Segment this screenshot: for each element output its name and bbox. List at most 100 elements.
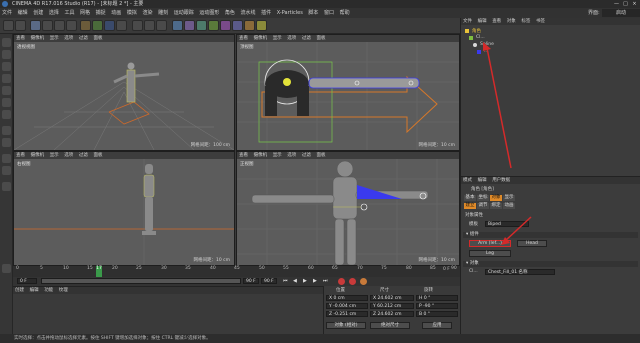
light-icon[interactable]	[256, 20, 267, 31]
rotation-p-field[interactable]: P -90 °	[416, 303, 458, 309]
vp-menu-filter[interactable]: 过滤	[300, 35, 313, 42]
vp-menu-view[interactable]: 查看	[14, 35, 27, 42]
material-menu-edit[interactable]: 编辑	[28, 287, 41, 294]
menu-window[interactable]: 窗口	[322, 8, 336, 18]
rotation-h-field[interactable]: H 0 °	[416, 295, 458, 301]
make-editable-icon[interactable]	[2, 38, 11, 47]
menu-simulate[interactable]: 模拟	[125, 8, 139, 18]
position-x-field[interactable]: X 0 cm	[326, 295, 368, 301]
menu-mograph[interactable]: 运动图形	[197, 8, 221, 18]
minimize-button[interactable]: —	[612, 1, 621, 7]
lock-workplane-icon[interactable]	[2, 166, 11, 175]
move-icon[interactable]	[42, 20, 53, 31]
menu-render[interactable]: 渲染	[140, 8, 154, 18]
menu-create[interactable]: 创建	[31, 8, 45, 18]
menu-pipeline[interactable]: 流水线	[239, 8, 258, 18]
model-mode-icon[interactable]	[2, 50, 11, 59]
vp-menu-cameras[interactable]: 摄像机	[29, 152, 47, 159]
texture-mode-icon[interactable]	[2, 62, 11, 71]
snap-icon[interactable]	[2, 154, 11, 163]
size-z-field[interactable]: Z 24.602 cm	[370, 311, 414, 317]
planar-workplane-icon[interactable]	[2, 182, 11, 191]
menu-plugins[interactable]: 插件	[259, 8, 273, 18]
render-view-icon[interactable]	[132, 20, 143, 31]
vp-menu-view[interactable]: 查看	[237, 35, 250, 42]
close-button[interactable]: ×	[630, 1, 639, 7]
size-mode-dropdown[interactable]: 绝对尺寸	[370, 322, 410, 329]
rotate-icon[interactable]	[66, 20, 77, 31]
menu-file[interactable]: 文件	[0, 8, 14, 18]
end-frame-field[interactable]: 90 F	[243, 278, 259, 284]
vp-menu-options[interactable]: 选项	[62, 152, 75, 159]
go-to-start-icon[interactable]: ⏮	[283, 278, 288, 284]
go-to-end-icon[interactable]: ⏭	[323, 278, 328, 284]
vp-menu-display[interactable]: 显示	[48, 152, 61, 159]
cube-icon[interactable]	[172, 20, 183, 31]
scale-icon[interactable]	[54, 20, 65, 31]
autokey-icon[interactable]	[349, 278, 356, 285]
live-select-icon[interactable]	[30, 20, 41, 31]
menu-edit[interactable]: 编辑	[16, 8, 30, 18]
workplane-icon[interactable]	[2, 74, 11, 83]
y-axis-icon[interactable]	[92, 20, 103, 31]
layout-dropdown[interactable]: 启动	[602, 9, 640, 17]
menu-tools[interactable]: 工具	[62, 8, 76, 18]
material-menu-function[interactable]: 功能	[42, 287, 55, 294]
rotation-b-field[interactable]: B 0 °	[416, 311, 458, 317]
enable-axis-icon[interactable]	[2, 126, 11, 135]
tweak-mode-icon[interactable]	[2, 138, 11, 147]
vp-menu-view[interactable]: 查看	[14, 152, 27, 159]
vp-menu-panel[interactable]: 面板	[314, 35, 327, 42]
menu-xparticles[interactable]: X-Particles	[275, 8, 305, 18]
current-frame-marker[interactable]: 17	[96, 266, 102, 277]
start-frame-field[interactable]: 0 F	[17, 278, 37, 284]
viewport-right[interactable]: 查看 摄像机 显示 选项 过滤 面板 右视图 网格间距：10 cm	[13, 151, 235, 266]
vp-menu-options[interactable]: 选项	[285, 152, 298, 159]
vp-menu-cameras[interactable]: 摄像机	[29, 35, 47, 42]
keyframe-selection-icon[interactable]	[360, 278, 367, 285]
step-back-icon[interactable]: ◀	[293, 278, 297, 284]
position-z-field[interactable]: Z -0.251 cm	[326, 311, 368, 317]
coordinate-system-icon[interactable]	[116, 20, 127, 31]
spline-pen-icon[interactable]	[184, 20, 195, 31]
array-icon[interactable]	[208, 20, 219, 31]
vp-menu-display[interactable]: 显示	[271, 35, 284, 42]
undo-icon[interactable]	[3, 20, 14, 31]
vp-menu-options[interactable]: 选项	[285, 35, 298, 42]
menu-help[interactable]: 帮助	[338, 8, 352, 18]
play-icon[interactable]: ▶	[303, 278, 307, 284]
record-keyframe-icon[interactable]	[338, 278, 345, 285]
viewport-front[interactable]: 查看 摄像机 显示 选项 过滤 面板 正视图 网格间距：10 cm	[236, 151, 460, 266]
vp-menu-cameras[interactable]: 摄像机	[252, 35, 270, 42]
menu-character[interactable]: 角色	[223, 8, 237, 18]
apply-button[interactable]: 应用	[422, 322, 452, 329]
vp-menu-filter[interactable]: 过滤	[300, 152, 313, 159]
camera-icon[interactable]	[244, 20, 255, 31]
material-menu-create[interactable]: 创建	[13, 287, 26, 294]
coordinate-mode-dropdown[interactable]: 对象 (相对)	[326, 322, 366, 329]
vp-menu-display[interactable]: 显示	[271, 152, 284, 159]
menu-sculpt[interactable]: 雕刻	[156, 8, 170, 18]
menu-script[interactable]: 脚本	[306, 8, 320, 18]
frame-range-slider[interactable]	[41, 278, 241, 284]
menu-mesh[interactable]: 网格	[78, 8, 92, 18]
timeline-ruler[interactable]: 0 5 10 15 20 25 30 35 40 45 50 55 60 65 …	[13, 266, 460, 277]
deformer-icon[interactable]	[220, 20, 231, 31]
vp-menu-display[interactable]: 显示	[48, 35, 61, 42]
menu-animate[interactable]: 动画	[109, 8, 123, 18]
size-x-field[interactable]: X 24.602 cm	[370, 295, 414, 301]
vp-menu-filter[interactable]: 过滤	[77, 35, 90, 42]
edges-mode-icon[interactable]	[2, 98, 11, 107]
z-axis-icon[interactable]	[104, 20, 115, 31]
points-mode-icon[interactable]	[2, 86, 11, 95]
vp-menu-panel[interactable]: 面板	[314, 152, 327, 159]
render-picture-viewer-icon[interactable]	[144, 20, 155, 31]
viewport-top[interactable]: 查看 摄像机 显示 选项 过滤 面板 顶视图 网格间距：10 cm	[236, 34, 460, 151]
size-y-field[interactable]: Y 60.212 cm	[370, 303, 414, 309]
vp-menu-view[interactable]: 查看	[237, 152, 250, 159]
vp-menu-filter[interactable]: 过滤	[77, 152, 90, 159]
menu-snap[interactable]: 捕捉	[94, 8, 108, 18]
menu-select[interactable]: 选择	[47, 8, 61, 18]
menu-motion-tracking[interactable]: 运动跟踪	[172, 8, 196, 18]
material-menu-texture[interactable]: 纹理	[57, 287, 70, 294]
